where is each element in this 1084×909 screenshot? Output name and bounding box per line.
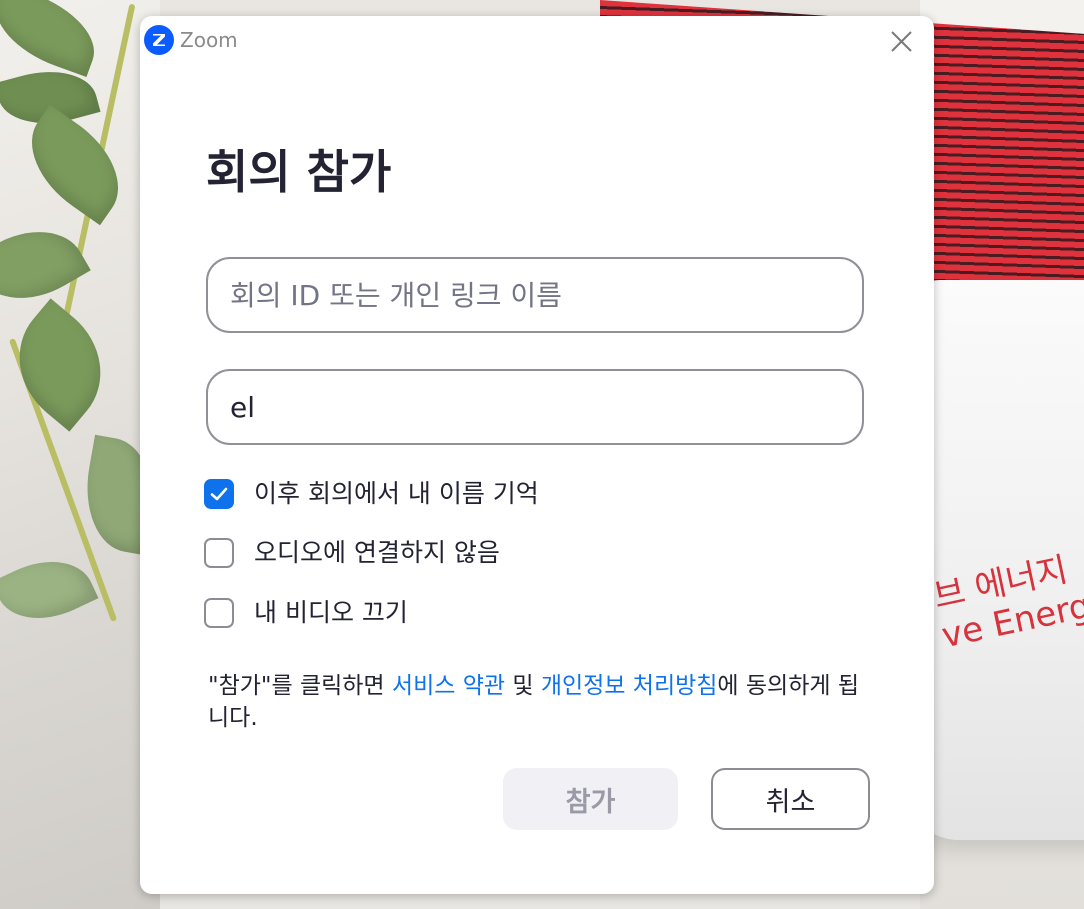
terms-middle: 및 xyxy=(505,673,541,699)
zoom-logo-icon xyxy=(144,25,174,55)
remember-name-option[interactable]: 이후 회의에서 내 이름 기억 xyxy=(204,477,539,511)
terms-prefix: "참가"를 클릭하면 xyxy=(208,673,392,699)
app-name: Zoom xyxy=(180,28,238,52)
privacy-policy-link[interactable]: 개인정보 처리방침 xyxy=(541,673,718,699)
terms-of-service-link[interactable]: 서비스 약관 xyxy=(392,673,505,699)
terms-notice: "참가"를 클릭하면 서비스 약관 및 개인정보 처리방침에 동의하게 됩니다. xyxy=(208,670,868,734)
display-name-input[interactable] xyxy=(206,369,864,445)
cancel-button[interactable]: 취소 xyxy=(711,768,870,830)
zoom-logo-glyph xyxy=(153,34,165,46)
no-audio-checkbox[interactable] xyxy=(204,538,234,568)
dialog-title: 회의 참가 xyxy=(206,145,392,199)
no-audio-label: 오디오에 연결하지 않음 xyxy=(254,538,500,567)
meeting-id-input[interactable] xyxy=(206,257,864,333)
video-off-option[interactable]: 내 비디오 끄기 xyxy=(204,596,408,630)
join-meeting-dialog: Zoom 회의 참가 이후 회의에서 내 이름 기억 오디오에 연결하지 않음 … xyxy=(140,16,934,894)
no-audio-option[interactable]: 오디오에 연결하지 않음 xyxy=(204,536,500,570)
remember-name-checkbox[interactable] xyxy=(204,479,234,509)
remember-name-label: 이후 회의에서 내 이름 기억 xyxy=(254,479,539,508)
join-button[interactable]: 참가 xyxy=(503,768,678,830)
video-off-checkbox[interactable] xyxy=(204,598,234,628)
checkmark-icon xyxy=(210,487,228,501)
title-bar: Zoom xyxy=(140,16,934,64)
close-button[interactable] xyxy=(884,24,918,58)
video-off-label: 내 비디오 끄기 xyxy=(254,598,408,627)
close-icon[interactable] xyxy=(884,24,918,58)
